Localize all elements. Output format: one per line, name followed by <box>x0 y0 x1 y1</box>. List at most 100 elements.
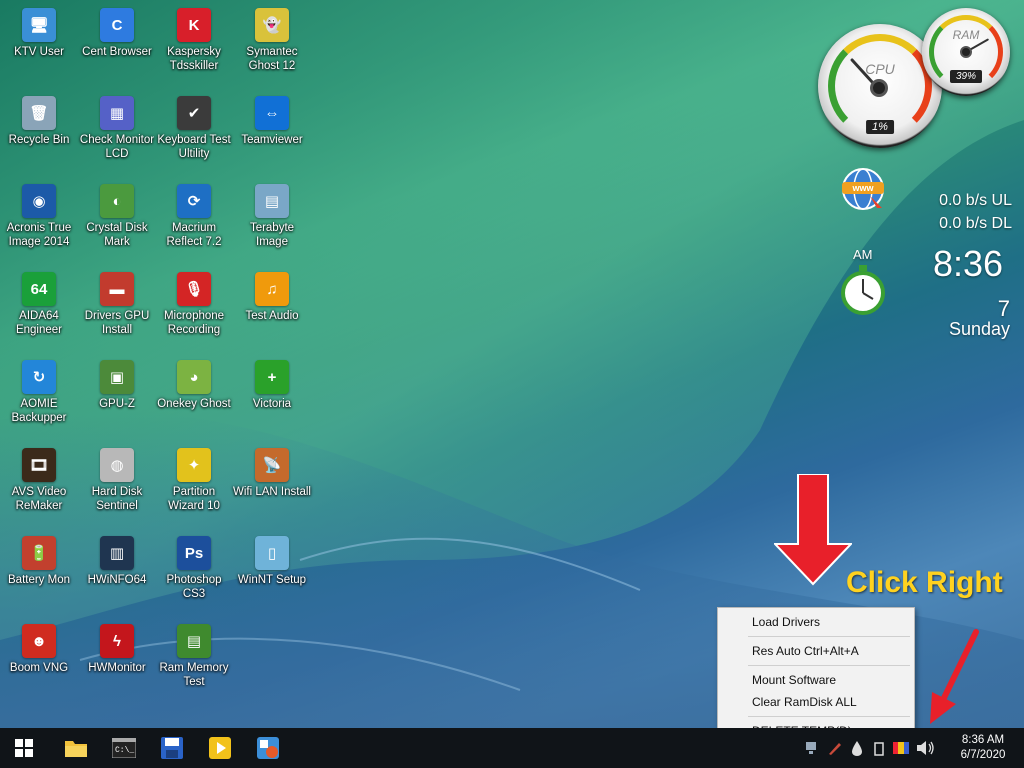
desktop-icon-battery-mon[interactable]: 🔋 Battery Mon <box>0 536 78 587</box>
network-tray-icon[interactable] <box>805 740 821 756</box>
check-monitor-icon: ▦ <box>100 96 134 130</box>
ram-gauge-widget[interactable]: RAM 39% <box>922 8 1010 96</box>
pen-tray-icon[interactable] <box>827 740 843 756</box>
keyboard-test-icon: ✔ <box>177 96 211 130</box>
clock-time: 8:36 <box>933 243 1004 284</box>
crystal-disk-icon: ◐ <box>100 184 134 218</box>
desktop-icon-label: Symantec Ghost 12 <box>246 46 298 72</box>
desktop-icon-label: Onekey Ghost <box>157 398 231 410</box>
desktop-icon-label: AIDA64 Engineer <box>15 310 63 336</box>
tray-context-menu: Load Drivers Res Auto Ctrl+Alt+A Mount S… <box>717 607 915 743</box>
desktop-icon-check-monitor-lcd[interactable]: ▦ Check Monitor LCD <box>78 96 156 161</box>
menu-item-res-auto[interactable]: Res Auto Ctrl+Alt+A <box>718 640 914 662</box>
save-disk-icon <box>161 737 183 759</box>
desktop-icon-label: Ram Memory Test <box>159 662 229 688</box>
desktop-icon-label: Terabyte Image <box>249 222 295 248</box>
menu-item-mount-software[interactable]: Mount Software <box>718 669 914 691</box>
ghost-icon: 👻 <box>255 8 289 42</box>
color-tray-icon[interactable] <box>893 740 909 756</box>
desktop-icon-label: Macrium Reflect 7.2 <box>166 222 222 248</box>
desktop-icon-label: Victoria <box>252 398 292 410</box>
desktop-icon-hwmonitor[interactable]: ϟ HWMonitor <box>78 624 156 675</box>
click-right-label: Click Right <box>846 566 1003 599</box>
winnt-setup-icon: ▯ <box>255 536 289 570</box>
cpu-gauge-hub <box>870 79 888 97</box>
hwinfo-icon: ▥ <box>100 536 134 570</box>
diagonal-arrow-annotation <box>930 629 979 724</box>
volume-icon[interactable] <box>915 740 937 756</box>
desktop-icon-hwinfo64[interactable]: ▥ HWiNFO64 <box>78 536 156 587</box>
onekey-ghost-icon: ◕ <box>177 360 211 394</box>
desktop-icon-label: Partition Wizard 10 <box>168 486 220 512</box>
desktop-icon-gpu-z[interactable]: ▣ GPU-Z <box>78 360 156 411</box>
desktop-icon-partition-wizard-10[interactable]: ✦ Partition Wizard 10 <box>155 448 233 513</box>
file-explorer-button[interactable] <box>52 728 100 768</box>
desktop-icon-boom-vng[interactable]: ☻ Boom VNG <box>0 624 78 675</box>
menu-item-clear-ramdisk[interactable]: Clear RamDisk ALL <box>718 691 914 713</box>
desktop-icon-photoshop-cs3[interactable]: Ps Photoshop CS3 <box>155 536 233 601</box>
desktop-icon-hard-disk-sentinel[interactable]: ◍ Hard Disk Sentinel <box>78 448 156 513</box>
cmd-button[interactable]: C:\_ <box>100 728 148 768</box>
photoshop-icon: Ps <box>177 536 211 570</box>
desktop-icon-keyboard-test-ultility[interactable]: ✔ Keyboard Test Ultility <box>155 96 233 161</box>
desktop-icon-label: Cent Browser <box>82 46 152 58</box>
desktop-icon-acronis-true-image-2014[interactable]: ◉ Acronis True Image 2014 <box>0 184 78 249</box>
desktop-icon-label: Photoshop CS3 <box>166 574 222 600</box>
gpu-driver-icon: ▬ <box>100 272 134 306</box>
desktop-icon-winnt-setup[interactable]: ▯ WinNT Setup <box>233 536 311 587</box>
desktop-icon-onekey-ghost[interactable]: ◕ Onekey Ghost <box>155 360 233 411</box>
desktop-icon-avs-video-remaker[interactable]: 🎞 AVS Video ReMaker <box>0 448 78 513</box>
system-tray: 8:36 AM 6/7/2020 <box>802 728 1024 768</box>
desktop-icon-label: GPU-Z <box>99 398 135 410</box>
setup-app-button[interactable] <box>244 728 292 768</box>
ram-gauge-label: RAM <box>952 28 980 42</box>
taskbar-date: 6/7/2020 <box>960 749 1006 761</box>
taskbar-clock[interactable]: 8:36 AM 6/7/2020 <box>948 733 1018 763</box>
desktop-icon-label: Test Audio <box>245 310 299 322</box>
usb-tray-icon[interactable] <box>871 740 887 756</box>
stopwatch-icon[interactable] <box>840 264 886 316</box>
network-globe-icon[interactable]: www <box>840 166 886 212</box>
cpu-gauge-value: 1% <box>866 120 894 134</box>
desktop-icon-label: Crystal Disk Mark <box>86 222 148 248</box>
desktop-icon-aida64-engineer[interactable]: 64 AIDA64 Engineer <box>0 272 78 337</box>
battery-icon: 🔋 <box>22 536 56 570</box>
save-disk-button[interactable] <box>148 728 196 768</box>
desktop-icon-symantec-ghost-12[interactable]: 👻 Symantec Ghost 12 <box>233 8 311 73</box>
hwmonitor-icon: ϟ <box>100 624 134 658</box>
desktop-icon-macrium-reflect-7-2[interactable]: ⟳ Macrium Reflect 7.2 <box>155 184 233 249</box>
desktop-icon-drivers-gpu-install[interactable]: ▬ Drivers GPU Install <box>78 272 156 337</box>
desktop-icon-cent-browser[interactable]: C Cent Browser <box>78 8 156 59</box>
hdd-sentinel-icon: ◍ <box>100 448 134 482</box>
desktop-icon-terabyte-image[interactable]: ▤ Terabyte Image <box>233 184 311 249</box>
player-button[interactable] <box>196 728 244 768</box>
desktop-icon-label: Acronis True Image 2014 <box>6 222 72 248</box>
acronis-icon: ◉ <box>22 184 56 218</box>
desktop-icon-wifi-lan-install[interactable]: 📡 Wifi LAN Install <box>233 448 311 499</box>
victoria-icon: + <box>255 360 289 394</box>
desktop-icon-label: HWiNFO64 <box>87 574 147 586</box>
desktop-icon-label: Boom VNG <box>9 662 69 674</box>
desktop-icon-recycle-bin[interactable]: 🗑 Recycle Bin <box>0 96 78 147</box>
desktop-icon-kaspersky-tdsskiller[interactable]: K Kaspersky Tdsskiller <box>155 8 233 73</box>
wifi-lan-icon: 📡 <box>255 448 289 482</box>
desktop-icon-aomie-backupper[interactable]: ↻ AOMIE Backupper <box>0 360 78 425</box>
desktop-icon-microphone-recording[interactable]: 🎙 Microphone Recording <box>155 272 233 337</box>
desktop-icon-label: Wifi LAN Install <box>233 486 311 498</box>
desktop-icon-label: Check Monitor LCD <box>79 134 155 160</box>
desktop-icon-crystal-disk-mark[interactable]: ◐ Crystal Disk Mark <box>78 184 156 249</box>
desktop-icon-label: Hard Disk Sentinel <box>91 486 143 512</box>
desktop-icon-victoria[interactable]: + Victoria <box>233 360 311 411</box>
desktop-icon-test-audio[interactable]: ♫ Test Audio <box>233 272 311 323</box>
desktop-icon-label: Drivers GPU Install <box>84 310 150 336</box>
menu-separator <box>748 636 910 637</box>
start-button[interactable] <box>0 728 48 768</box>
boom-vng-icon: ☻ <box>22 624 56 658</box>
desktop-icon-ktv-user[interactable]: 🖥 KTV User <box>0 8 78 59</box>
desktop-icon-ram-memory-test[interactable]: ▤ Ram Memory Test <box>155 624 233 689</box>
aomei-icon: ↻ <box>22 360 56 394</box>
droplet-tray-icon[interactable] <box>849 740 865 756</box>
desktop-icon-teamviewer[interactable]: ⇔ Teamviewer <box>233 96 311 147</box>
menu-item-load-drivers[interactable]: Load Drivers <box>718 611 914 633</box>
recycle-bin-icon: 🗑 <box>22 96 56 130</box>
